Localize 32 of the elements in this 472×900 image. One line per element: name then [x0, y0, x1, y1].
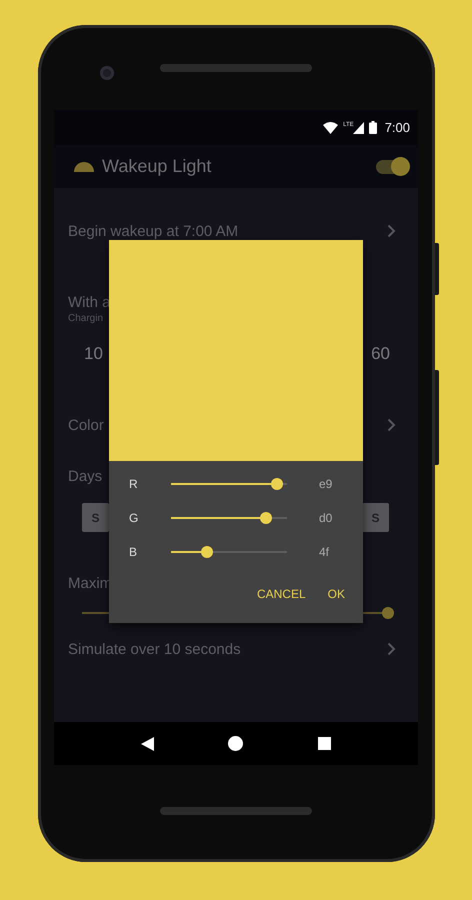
setting-label: Simulate over 10 seconds	[68, 640, 241, 658]
chevron-icon	[387, 642, 396, 656]
clock-time: 7:00	[384, 120, 410, 135]
wifi-icon	[323, 122, 338, 134]
setting-label: Color	[68, 416, 104, 434]
back-icon[interactable]	[141, 736, 154, 750]
setting-label: Days	[68, 468, 102, 485]
settings-row[interactable]: Color	[68, 390, 418, 460]
settings-row[interactable]: Begin wakeup at 7:00 AM	[68, 188, 418, 274]
signal-icon	[352, 122, 364, 134]
app-title: Wakeup Light	[102, 156, 212, 177]
battery-icon	[368, 121, 377, 134]
dialog-button[interactable]: OK	[322, 583, 351, 605]
channel-value: e9	[319, 477, 334, 491]
day-toggle[interactable]: S	[362, 503, 389, 532]
channel-label: R	[129, 477, 139, 491]
channel-label: G	[129, 511, 140, 525]
channel-value: 4f	[319, 545, 330, 559]
minimum-value: 10	[84, 344, 103, 364]
maximum-value: 60	[371, 344, 390, 364]
camera-icon	[100, 66, 114, 80]
home-icon[interactable]	[228, 736, 244, 751]
chevron-icon	[387, 418, 396, 432]
setting-subtitle: Chargin	[68, 313, 104, 324]
day-toggle[interactable]: S	[82, 503, 109, 532]
channel-label: B	[129, 545, 138, 559]
overview-icon[interactable]	[318, 737, 331, 750]
dialog-button[interactable]: CANCEL	[250, 583, 312, 605]
setting-label: Begin wakeup at 7:00 AM	[68, 222, 238, 240]
chevron-icon	[387, 224, 396, 238]
channel-value: d0	[319, 511, 334, 525]
sun-icon	[74, 162, 94, 172]
